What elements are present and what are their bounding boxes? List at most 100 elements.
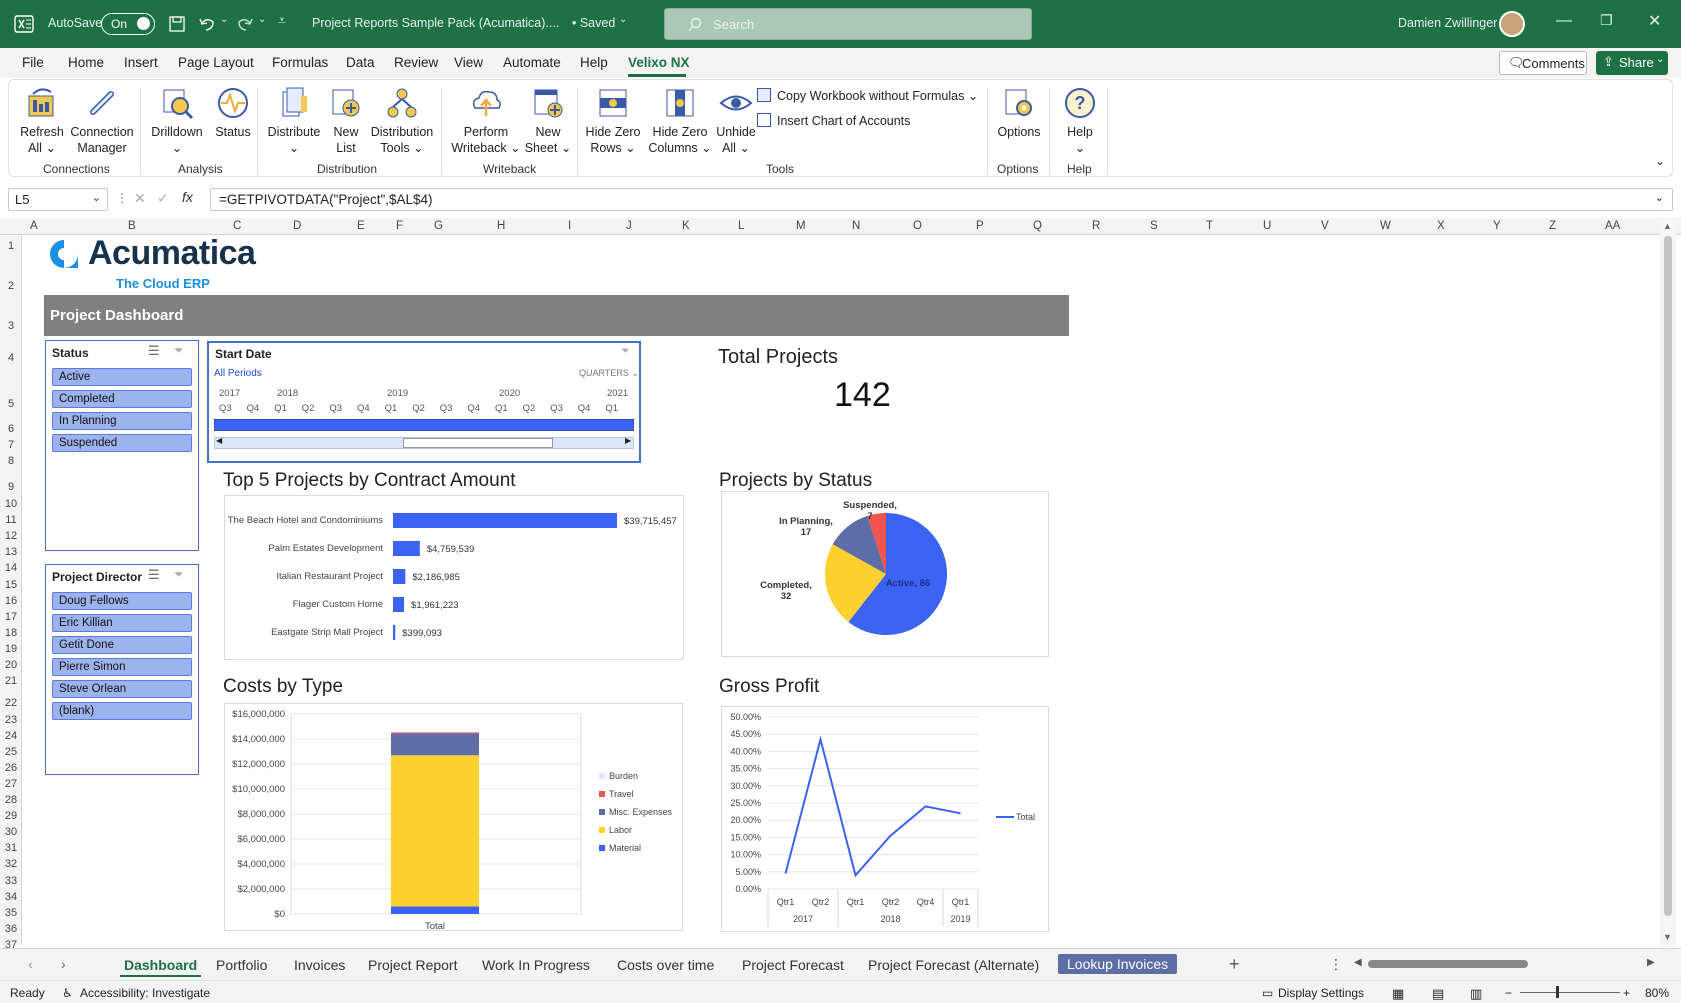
menu-velixo-nx[interactable]: Velixo NX: [628, 55, 690, 70]
redo-icon[interactable]: [236, 15, 254, 33]
row-header[interactable]: 19: [0, 643, 22, 655]
status-item-completed[interactable]: Completed: [52, 390, 192, 408]
director-item[interactable]: Pierre Simon: [52, 658, 192, 676]
sheet-tab[interactable]: Project Forecast: [742, 957, 844, 973]
status-item-in-planning[interactable]: In Planning: [52, 412, 192, 430]
share-button[interactable]: ⇪ Share ⌄: [1596, 51, 1668, 75]
row-header[interactable]: 29: [0, 810, 22, 822]
menu-help[interactable]: Help: [580, 55, 608, 70]
vertical-scroll-thumb[interactable]: [1664, 236, 1672, 916]
autosave-toggle[interactable]: On: [101, 13, 155, 35]
undo-dropdown-icon[interactable]: ⌄: [220, 14, 228, 25]
sheet-tab[interactable]: Project Forecast (Alternate): [868, 957, 1039, 973]
accessibility-status[interactable]: Accessibility: Investigate: [80, 986, 210, 1000]
timeline-quarter[interactable]: Q4: [467, 403, 480, 414]
timeline-scroll-left-icon[interactable]: ◀: [216, 436, 222, 445]
row-header[interactable]: 35: [0, 907, 22, 919]
scroll-up-icon[interactable]: ▲: [1663, 221, 1672, 231]
distribution-tools-button[interactable]: Distribution Tools ⌄: [367, 86, 437, 156]
unhide-all-button[interactable]: Unhide All ⌄: [713, 86, 759, 156]
excel-icon[interactable]: [14, 14, 34, 34]
row-header[interactable]: 1: [0, 240, 22, 252]
sheet-tab[interactable]: Work In Progress: [482, 957, 590, 973]
costs-chart[interactable]: $0 $2,000,000 $4,000,000 $6,000,000 $8,000,0…: [224, 703, 683, 932]
page-layout-view-icon[interactable]: ▤: [1432, 986, 1444, 1002]
row-header[interactable]: 11: [0, 514, 22, 526]
sheet-tab[interactable]: Invoices: [294, 957, 345, 973]
close-icon[interactable]: ✕: [1648, 11, 1661, 31]
timeline-quarter[interactable]: Q4: [357, 403, 370, 414]
row-header[interactable]: 16: [0, 595, 22, 607]
timeline-quarter[interactable]: Q3: [550, 403, 563, 414]
column-header[interactable]: S: [1150, 220, 1158, 232]
distribute-button[interactable]: Distribute ⌄: [264, 86, 324, 156]
row-header[interactable]: 22: [0, 697, 22, 709]
menu-home[interactable]: Home: [68, 55, 104, 70]
name-box[interactable]: L5 ⌄: [8, 188, 108, 211]
row-header[interactable]: 30: [0, 826, 22, 838]
new-list-button[interactable]: New List: [329, 86, 363, 156]
top5-chart[interactable]: The Beach Hotel and Condominiums $39,715,…: [224, 495, 684, 660]
zoom-slider-thumb[interactable]: [1556, 986, 1559, 998]
timeline-clear-filter-icon[interactable]: ⏷: [621, 345, 630, 358]
row-header[interactable]: 23: [0, 714, 22, 726]
column-header[interactable]: E: [357, 220, 365, 232]
menu-file[interactable]: File: [22, 55, 44, 70]
timeline-quarter[interactable]: Q1: [605, 403, 618, 414]
multi-select-icon[interactable]: ☰: [148, 343, 160, 359]
clear-filter-icon[interactable]: ⏷: [174, 343, 184, 358]
column-header[interactable]: AA: [1605, 220, 1620, 232]
column-header[interactable]: O: [913, 220, 922, 232]
sheet-tab[interactable]: Dashboard: [120, 957, 202, 977]
stacked-bar-segment[interactable]: [391, 733, 479, 756]
column-header[interactable]: X: [1437, 220, 1445, 232]
timeline-quarter[interactable]: Q3: [219, 403, 232, 414]
timeline-quarter[interactable]: Q4: [247, 403, 260, 414]
timeline-quarter[interactable]: Q2: [412, 403, 425, 414]
sheet-tab[interactable]: Project Report: [368, 957, 457, 973]
status-pie-chart[interactable]: Active, 86 Completed, 32 In Planning, 17 Susp…: [721, 491, 1049, 657]
timeline-scrollbar[interactable]: ◀ ▶: [214, 436, 634, 449]
row-header[interactable]: 4: [0, 352, 22, 364]
column-header[interactable]: I: [568, 220, 571, 232]
row-header[interactable]: 21: [0, 675, 22, 687]
column-header[interactable]: M: [796, 220, 806, 232]
menu-view[interactable]: View: [454, 55, 483, 70]
row-header[interactable]: 24: [0, 730, 22, 742]
row-header[interactable]: 34: [0, 891, 22, 903]
timeline-level-selector[interactable]: QUARTERS ⌄: [579, 368, 639, 379]
row-header[interactable]: 26: [0, 762, 22, 774]
bar[interactable]: [393, 625, 396, 640]
row-header[interactable]: 20: [0, 659, 22, 671]
saved-dropdown-icon[interactable]: ⌄: [619, 14, 627, 25]
document-title[interactable]: Project Reports Sample Pack (Acumatica).…: [312, 16, 559, 30]
help-button[interactable]: ? Help ⌄: [1059, 86, 1101, 156]
column-header[interactable]: Y: [1493, 220, 1501, 232]
column-header[interactable]: R: [1092, 220, 1100, 232]
row-header[interactable]: 25: [0, 746, 22, 758]
page-break-view-icon[interactable]: ▥: [1470, 986, 1482, 1002]
menu-review[interactable]: Review: [394, 55, 438, 70]
row-header[interactable]: 7: [0, 439, 22, 451]
collapse-ribbon-icon[interactable]: ⌄: [1655, 154, 1665, 168]
column-header[interactable]: B: [128, 220, 136, 232]
director-item[interactable]: (blank): [52, 702, 192, 720]
column-header[interactable]: U: [1263, 220, 1271, 232]
minimize-icon[interactable]: —: [1556, 12, 1572, 30]
column-header[interactable]: G: [434, 220, 443, 232]
column-header[interactable]: Z: [1549, 220, 1556, 232]
status-item-suspended[interactable]: Suspended: [52, 434, 192, 452]
timeline-quarter[interactable]: Q3: [329, 403, 342, 414]
column-header[interactable]: H: [497, 220, 505, 232]
new-sheet-button[interactable]: New Sheet ⌄: [523, 86, 573, 156]
horizontal-scroll-thumb[interactable]: [1368, 960, 1528, 968]
stacked-bar-segment[interactable]: [391, 755, 479, 907]
row-header[interactable]: 36: [0, 923, 22, 935]
zoom-out-icon[interactable]: −: [1505, 986, 1512, 1000]
bar[interactable]: [393, 597, 405, 612]
user-avatar[interactable]: [1499, 11, 1525, 37]
status-button[interactable]: Status: [211, 86, 255, 140]
comments-button[interactable]: 🗨 Comments: [1499, 51, 1587, 75]
tab-scroll-right-icon[interactable]: ›: [61, 956, 66, 972]
bar[interactable]: [393, 541, 420, 556]
